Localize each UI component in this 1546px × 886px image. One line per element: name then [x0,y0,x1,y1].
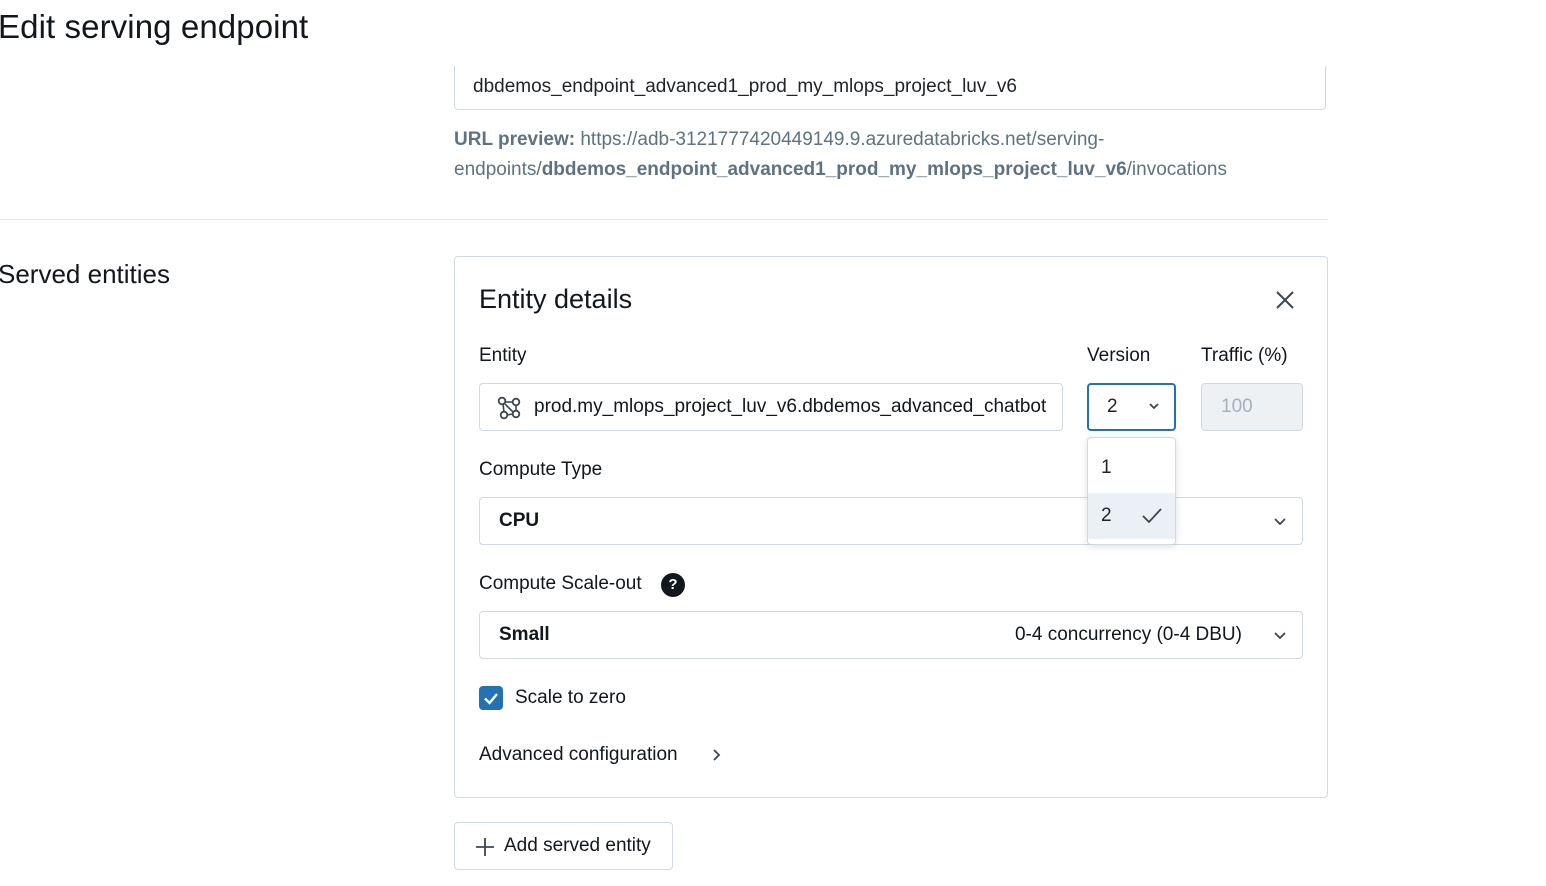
entity-select[interactable]: prod.my_mlops_project_luv_v6.dbdemos_adv… [479,383,1063,431]
version-select[interactable]: 2 [1087,383,1176,431]
served-entities-heading: Served entities [0,259,170,289]
entity-value: prod.my_mlops_project_luv_v6.dbdemos_adv… [534,396,1046,417]
version-option-label: 1 [1101,457,1112,478]
traffic-value: 100 [1221,396,1253,417]
url-preview: URL preview: https://adb-312177742044914… [454,125,1314,185]
advanced-configuration-toggle[interactable]: Advanced configuration [479,744,678,766]
scale-to-zero-label[interactable]: Scale to zero [515,687,626,709]
traffic-label: Traffic (%) [1201,345,1288,366]
version-option-2[interactable]: 2 [1088,493,1175,539]
chevron-down-icon [1274,518,1286,526]
plus-icon [476,838,494,856]
entity-label: Entity [479,345,527,366]
version-option-1[interactable]: 1 [1088,445,1175,491]
model-graph-icon [497,396,521,420]
scale-out-value: Small [499,624,550,645]
add-served-entity-button[interactable]: Add served entity [454,822,673,870]
scale-to-zero-checkbox[interactable] [479,686,503,710]
question-circle-icon[interactable]: ? [661,573,685,597]
section-divider [0,219,1328,220]
compute-scale-out-label: Compute Scale-out [479,573,642,594]
chevron-down-icon [1274,632,1286,640]
url-suffix: /invocations [1126,159,1227,180]
checkmark-icon [1142,508,1162,524]
compute-type-label: Compute Type [479,459,603,480]
url-preview-label: URL preview: [454,129,576,150]
compute-scale-out-select[interactable]: Small 0-4 concurrency (0-4 DBU) [479,611,1303,659]
entity-details-title: Entity details [479,284,633,314]
page-title: Edit serving endpoint [0,8,309,45]
version-option-label: 2 [1101,505,1112,526]
close-icon [1276,291,1294,309]
compute-type-value: CPU [499,510,540,531]
url-endpoint-name: dbdemos_endpoint_advanced1_prod_my_mlops… [541,159,1127,180]
chevron-down-icon [1149,403,1159,410]
checkmark-icon [484,693,498,705]
scale-out-description: 0-4 concurrency (0-4 DBU) [1014,624,1242,645]
chevron-right-icon[interactable] [710,747,724,763]
endpoint-name-input[interactable]: dbdemos_endpoint_advanced1_prod_my_mlops… [454,66,1326,110]
version-label: Version [1087,345,1151,366]
close-button[interactable] [1270,285,1300,315]
version-dropdown-menu: 1 2 [1087,437,1176,545]
traffic-input[interactable]: 100 [1201,383,1303,431]
compute-type-select[interactable]: CPU [479,497,1303,545]
add-served-entity-label: Add served entity [504,835,651,856]
version-value: 2 [1107,396,1118,417]
